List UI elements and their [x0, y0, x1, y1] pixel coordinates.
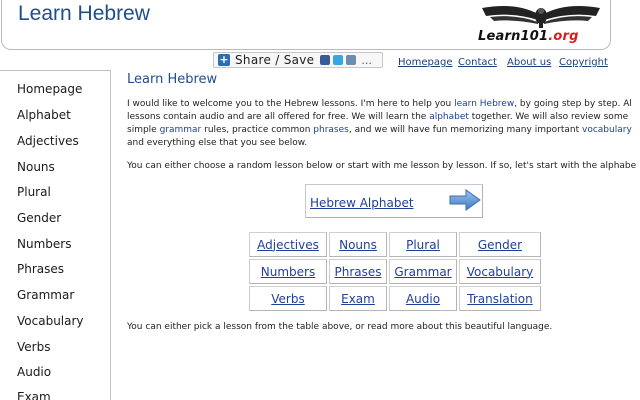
lesson-gender[interactable]: Gender — [459, 232, 541, 257]
intro-text: lessons contain audio and are all offere… — [127, 112, 430, 122]
sidebar-item-adjectives[interactable]: Adjectives — [17, 134, 79, 148]
sidebar-item-gender[interactable]: Gender — [17, 211, 61, 225]
nav-homepage-link[interactable]: Homepage — [398, 57, 453, 68]
sidebar-item-plural[interactable]: Plural — [17, 185, 51, 199]
sidebar-item-alphabet[interactable]: Alphabet — [17, 108, 71, 122]
lesson-plural[interactable]: Plural — [389, 232, 457, 257]
sidebar-item-verbs[interactable]: Verbs — [17, 340, 50, 354]
grammar-link[interactable]: grammar — [160, 125, 202, 135]
intro-text: , by going step by step. Al — [514, 99, 632, 109]
lesson-numbers[interactable]: Numbers — [249, 259, 327, 284]
page-title: Learn Hebrew — [127, 72, 218, 87]
learn-hebrew-link[interactable]: learn Hebrew — [454, 99, 514, 109]
site-title[interactable]: Learn Hebrew — [18, 2, 150, 26]
share-more-link[interactable]: ... — [361, 54, 372, 67]
vocabulary-link[interactable]: vocabulary — [582, 125, 632, 135]
sidebar-item-phrases[interactable]: Phrases — [17, 262, 64, 276]
intro-text: I would like to welcome you to the Hebre… — [127, 99, 455, 109]
lesson-choice-text: You can either choose a random lesson be… — [127, 161, 637, 171]
intro-text: simple — [127, 125, 160, 135]
share-link-icon[interactable] — [346, 55, 357, 65]
intro-text: and everything else that you see below. — [127, 138, 308, 148]
alphabet-link[interactable]: alphabet — [429, 112, 469, 122]
lesson-translation[interactable]: Translation — [459, 286, 541, 311]
sidebar: Homepage Alphabet Adjectives Nouns Plura… — [0, 70, 111, 400]
intro-text: , and we will have fun memorizing many i… — [348, 125, 583, 135]
lesson-vocabulary[interactable]: Vocabulary — [459, 259, 541, 284]
hebrew-alphabet-label: Hebrew Alphabet — [310, 196, 414, 210]
site-logo-text[interactable]: Learn101.org — [478, 29, 579, 44]
share-label: Share / Save — [235, 53, 315, 67]
sidebar-item-grammar[interactable]: Grammar — [17, 288, 74, 302]
outro-text: You can either pick a lesson from the ta… — [127, 322, 553, 332]
lesson-verbs[interactable]: Verbs — [249, 286, 327, 311]
sidebar-item-vocabulary[interactable]: Vocabulary — [17, 314, 84, 328]
sidebar-item-exam[interactable]: Exam — [17, 390, 51, 400]
nav-copyright-link[interactable]: Copyright — [559, 57, 608, 68]
sidebar-item-homepage[interactable]: Homepage — [17, 82, 82, 96]
twitter-icon[interactable] — [333, 55, 344, 65]
intro-text: rules, practice common — [201, 125, 314, 135]
facebook-icon[interactable] — [320, 55, 331, 65]
share-save-button[interactable]: + Share / Save ... — [213, 52, 383, 68]
phrases-link[interactable]: phrases — [313, 125, 349, 135]
nav-about-link[interactable]: About us — [507, 57, 551, 68]
nav-contact-link[interactable]: Contact — [458, 57, 497, 68]
lesson-exam[interactable]: Exam — [329, 286, 387, 311]
intro-paragraph: I would like to welcome you to the Hebre… — [127, 98, 640, 150]
sidebar-item-numbers[interactable]: Numbers — [17, 237, 71, 251]
lesson-adjectives[interactable]: Adjectives — [249, 232, 327, 257]
intro-text: together. We will also review some — [468, 112, 629, 122]
sidebar-item-nouns[interactable]: Nouns — [17, 160, 55, 174]
lesson-audio[interactable]: Audio — [389, 286, 457, 311]
lesson-phrases[interactable]: Phrases — [329, 259, 387, 284]
lesson-nouns[interactable]: Nouns — [329, 232, 387, 257]
site-header: Learn Hebrew Learn101.org — [1, 0, 611, 50]
sidebar-item-audio[interactable]: Audio — [17, 365, 51, 379]
lesson-grammar[interactable]: Grammar — [389, 259, 457, 284]
arrow-right-icon — [449, 189, 481, 211]
share-plus-icon: + — [218, 53, 230, 66]
main-content: Learn Hebrew I would like to welcome you… — [127, 70, 640, 400]
hebrew-alphabet-button[interactable]: Hebrew Alphabet — [305, 184, 483, 218]
